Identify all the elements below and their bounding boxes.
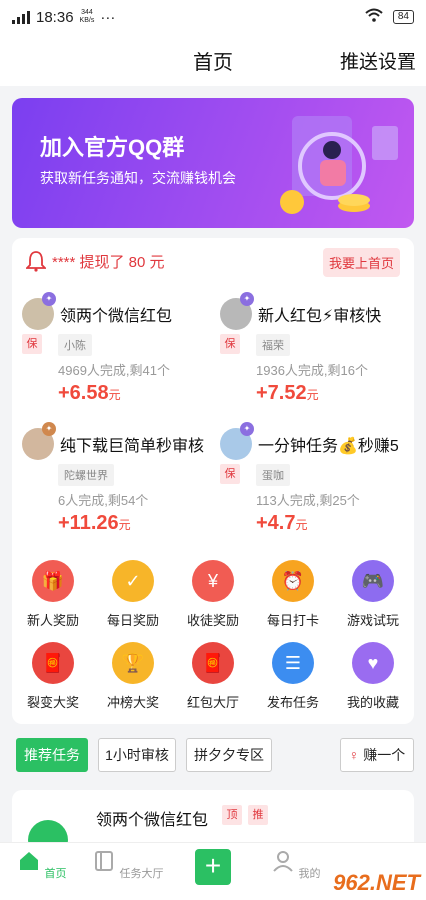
- battery-icon: 84: [392, 10, 414, 24]
- task-card[interactable]: ✦ 一分钟任务💰秒赚5 保 蛋咖 113人完成,剩25个 +4.7元: [220, 422, 410, 556]
- task-reward: +4.7元: [256, 512, 308, 534]
- gamepad-icon: 🎮: [352, 560, 394, 602]
- task-reward: +11.26元: [58, 512, 131, 534]
- task-card[interactable]: ✦ 领两个微信红包 保 小陈 4969人完成,剩41个 +6.58元: [22, 292, 212, 426]
- status-time: 18:36: [36, 8, 74, 26]
- bell-icon: [26, 251, 46, 272]
- banner-illustration: [280, 116, 398, 214]
- app-header: 首页 推送设置: [0, 34, 426, 86]
- task-stat: 1936人完成,剩16个: [256, 363, 368, 378]
- task-title: 领两个微信红包: [60, 308, 173, 325]
- task-card[interactable]: ✦ 新人红包⚡审核快 保 福荣 1936人完成,剩16个 +7.52元: [220, 292, 410, 426]
- grid-daily-reward[interactable]: ✓ 每日奖励: [94, 560, 172, 629]
- list-icon: ☰: [272, 642, 314, 684]
- grid-daily-checkin[interactable]: ⏰ 每日打卡: [254, 560, 332, 629]
- grid-publish-task[interactable]: ☰ 发布任务: [254, 642, 332, 711]
- qq-group-banner[interactable]: 加入官方QQ群 获取新任务通知，交流赚钱机会: [12, 98, 414, 228]
- tab-one-hour-review[interactable]: 1小时审核: [98, 738, 176, 772]
- user-icon: [273, 851, 294, 872]
- task-reward: +7.52元: [256, 382, 319, 404]
- withdraw-notice: **** 提现了 80 元: [26, 250, 165, 272]
- home-card: **** 提现了 80 元 我要上首页 ✦ 领两个微信红包 保 小陈 4969人…: [12, 238, 414, 724]
- nav-task-hall[interactable]: 任务大厅: [88, 849, 168, 881]
- task-title: 新人红包⚡审核快: [258, 308, 382, 325]
- bottom-navigation: 首页 任务大厅 + 我的 962.NET: [0, 842, 426, 900]
- grid-game-trial[interactable]: 🎮 游戏试玩: [334, 560, 412, 629]
- red-packet-icon: 🧧: [32, 642, 74, 684]
- level-badge-icon: ✦: [42, 422, 56, 436]
- get-on-homepage-button[interactable]: 我要上首页: [322, 248, 400, 277]
- book-icon: [95, 851, 114, 871]
- tag-top: 顶: [222, 805, 242, 825]
- level-badge-icon: ✦: [240, 292, 254, 306]
- nav-mine[interactable]: 我的: [256, 849, 336, 881]
- publisher-name: 蛋咖: [256, 464, 290, 486]
- network-speed: 344 KB/s: [79, 9, 95, 24]
- red-envelope-icon: ¥: [192, 560, 234, 602]
- publisher-name: 陀螺世界: [58, 464, 114, 486]
- task-stat: 113人完成,剩25个: [256, 493, 360, 508]
- grid-my-favorites[interactable]: ♥ 我的收藏: [334, 642, 412, 711]
- more-status-icon: ···: [100, 8, 116, 26]
- tab-pdd-zone[interactable]: 拼夕夕专区: [186, 738, 272, 772]
- tab-recommend[interactable]: 推荐任务: [16, 738, 88, 772]
- task-reward: +6.58元: [58, 382, 121, 404]
- nav-home[interactable]: 首页: [2, 849, 82, 881]
- task-filter-tabs: 推荐任务 1小时审核 拼夕夕专区 ♀ 赚一个: [16, 738, 414, 774]
- gift-icon: 🎁: [32, 560, 74, 602]
- grid-apprentice-reward[interactable]: ¥ 收徒奖励: [174, 560, 252, 629]
- heart-icon: ♥: [352, 642, 394, 684]
- add-task-button[interactable]: +: [195, 849, 231, 885]
- guarantee-badge: 保: [220, 334, 240, 354]
- notice-text: **** 提现了 80 元: [52, 253, 165, 271]
- pin-icon: ♀: [348, 747, 360, 763]
- guarantee-badge: 保: [22, 334, 42, 354]
- tag-push: 推: [248, 805, 268, 825]
- level-badge-icon: ✦: [42, 292, 56, 306]
- page-title: 首页: [193, 51, 233, 74]
- signal-icon: [12, 10, 30, 24]
- task-title: 纯下载巨简单秒审核: [60, 438, 205, 455]
- list-item-title: 领两个微信红包: [96, 812, 209, 829]
- grid-red-packet-hall[interactable]: 🧧 红包大厅: [174, 642, 252, 711]
- watermark-logo: 962.NET: [333, 870, 420, 895]
- grid-newbie-reward[interactable]: 🎁 新人奖励: [14, 560, 92, 629]
- checkmark-gift-icon: ✓: [112, 560, 154, 602]
- task-stat: 4969人完成,剩41个: [58, 363, 170, 378]
- publisher-name: 小陈: [58, 334, 92, 356]
- wifi-icon: [365, 8, 383, 26]
- task-title: 一分钟任务💰秒赚5: [258, 438, 399, 455]
- home-icon: [20, 852, 39, 870]
- publisher-name: 福荣: [256, 334, 290, 356]
- banner-title: 加入官方QQ群: [40, 135, 185, 160]
- banner-subtitle: 获取新任务通知，交流赚钱机会: [40, 170, 236, 186]
- status-bar: 18:36 344 KB/s ··· 84: [0, 0, 426, 34]
- push-settings-button[interactable]: 推送设置: [340, 47, 416, 74]
- guarantee-badge: 保: [220, 464, 240, 484]
- grab-one-button[interactable]: ♀ 赚一个: [340, 738, 414, 772]
- trophy-icon: 🏆: [112, 642, 154, 684]
- red-packet-hall-icon: 🧧: [192, 642, 234, 684]
- task-card[interactable]: ✦ 纯下载巨简单秒审核 陀螺世界 6人完成,剩54个 +11.26元: [22, 422, 212, 556]
- grid-fission-prize[interactable]: 🧧 裂变大奖: [14, 642, 92, 711]
- task-stat: 6人完成,剩54个: [58, 493, 149, 508]
- level-badge-icon: ✦: [240, 422, 254, 436]
- alarm-clock-icon: ⏰: [272, 560, 314, 602]
- grid-ranking-prize[interactable]: 🏆 冲榜大奖: [94, 642, 172, 711]
- list-item[interactable]: 领两个微信红包 顶 推: [12, 790, 414, 860]
